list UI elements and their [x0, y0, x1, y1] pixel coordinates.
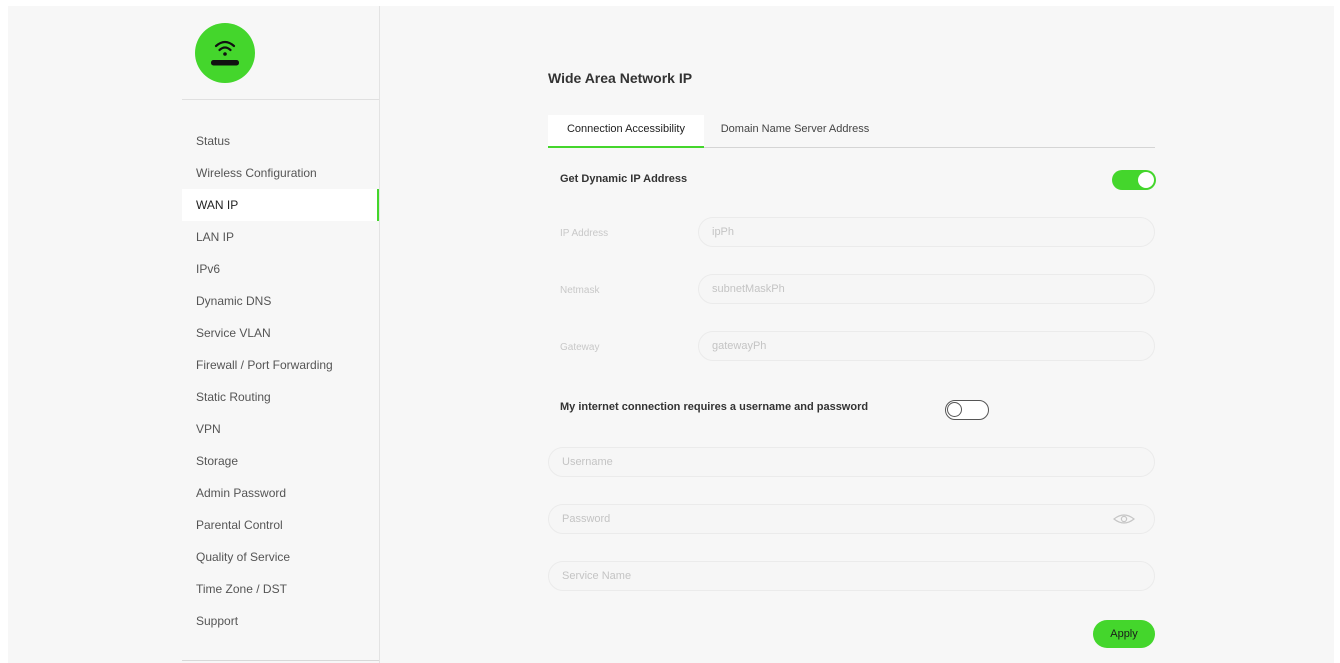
page-title: Wide Area Network IP — [548, 70, 693, 86]
dynamic-ip-label: Get Dynamic IP Address — [560, 173, 688, 185]
sidebar-item-ipv6[interactable]: IPv6 — [182, 253, 379, 285]
ip-address-input[interactable] — [698, 217, 1155, 247]
sidebar-item-firewall-port-forwarding[interactable]: Firewall / Port Forwarding — [182, 349, 379, 381]
main-panel: Wide Area Network IP Connection Accessib… — [380, 6, 1334, 663]
sidebar-item-lan-ip[interactable]: LAN IP — [182, 221, 379, 253]
sidebar-bottom-divider — [182, 660, 379, 661]
sidebar-item-service-vlan[interactable]: Service VLAN — [182, 317, 379, 349]
tab-connection-accessibility[interactable]: Connection Accessibility — [548, 115, 704, 148]
credentials-toggle[interactable] — [945, 400, 989, 420]
credentials-label: My internet connection requires a userna… — [560, 401, 869, 413]
sidebar-nav: Status Wireless Configuration WAN IP LAN… — [182, 125, 379, 637]
apply-button[interactable]: Apply — [1093, 620, 1155, 648]
tab-domain-name-server-address[interactable]: Domain Name Server Address — [704, 115, 886, 146]
username-input[interactable] — [548, 447, 1155, 477]
netmask-input[interactable] — [698, 274, 1155, 304]
sidebar: Status Wireless Configuration WAN IP LAN… — [182, 6, 380, 663]
sidebar-item-dynamic-dns[interactable]: Dynamic DNS — [182, 285, 379, 317]
sidebar-item-status[interactable]: Status — [182, 125, 379, 157]
dynamic-ip-toggle[interactable] — [1112, 170, 1156, 190]
sidebar-divider — [182, 99, 379, 100]
sidebar-item-admin-password[interactable]: Admin Password — [182, 477, 379, 509]
sidebar-item-quality-of-service[interactable]: Quality of Service — [182, 541, 379, 573]
netmask-label: Netmask — [560, 285, 600, 296]
sidebar-item-support[interactable]: Support — [182, 605, 379, 637]
tab-bar: Connection Accessibility Domain Name Ser… — [548, 115, 1155, 148]
sidebar-item-storage[interactable]: Storage — [182, 445, 379, 477]
sidebar-item-static-routing[interactable]: Static Routing — [182, 381, 379, 413]
toggle-knob — [1138, 172, 1154, 188]
gateway-input[interactable] — [698, 331, 1155, 361]
password-input[interactable] — [548, 504, 1155, 534]
ip-address-label: IP Address — [560, 228, 609, 239]
eye-icon[interactable] — [1113, 513, 1135, 525]
wifi-router-icon — [195, 23, 255, 83]
toggle-knob — [947, 402, 962, 417]
sidebar-item-parental-control[interactable]: Parental Control — [182, 509, 379, 541]
sidebar-item-wan-ip[interactable]: WAN IP — [182, 189, 379, 221]
sidebar-item-time-zone-dst[interactable]: Time Zone / DST — [182, 573, 379, 605]
sidebar-item-wireless-configuration[interactable]: Wireless Configuration — [182, 157, 379, 189]
service-name-input[interactable] — [548, 561, 1155, 591]
sidebar-item-vpn[interactable]: VPN — [182, 413, 379, 445]
gateway-label: Gateway — [560, 342, 600, 353]
